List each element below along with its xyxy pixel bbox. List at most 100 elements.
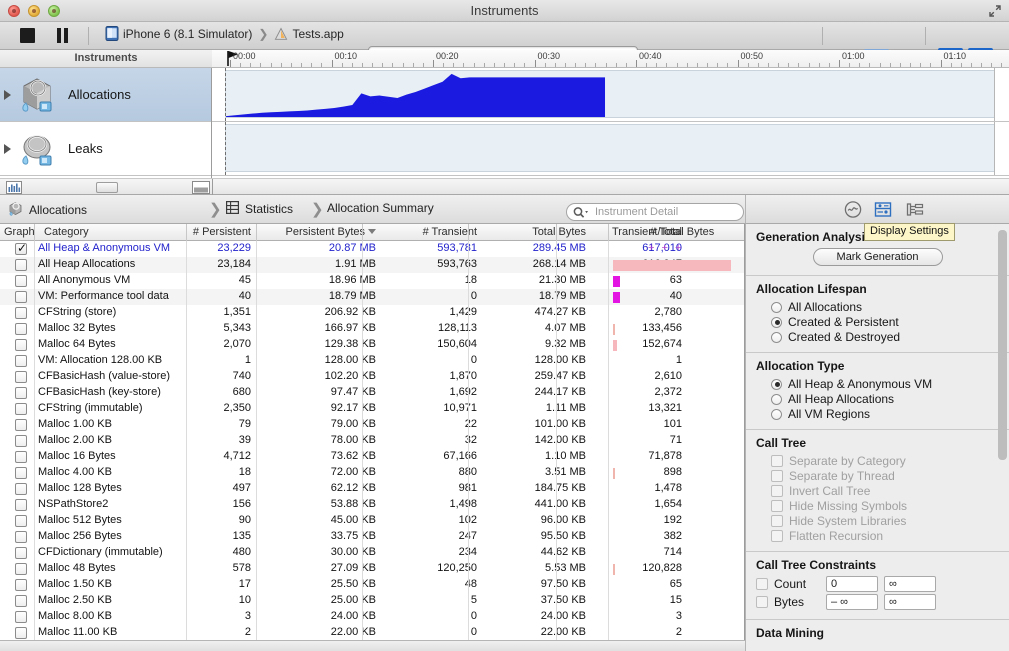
row-graph-checkbox[interactable]	[15, 419, 27, 431]
table-row[interactable]: All Heap & Anonymous VM 23,229 20.87 MB 593…	[0, 241, 744, 257]
row-graph-checkbox[interactable]	[15, 467, 27, 479]
table-row[interactable]: Malloc 48 Bytes 578 27.09 KB 120,250 5.53 MB…	[0, 561, 744, 577]
row-graph-checkbox[interactable]	[15, 403, 27, 415]
checkbox-icon[interactable]	[771, 485, 783, 497]
row-graph-checkbox[interactable]	[15, 451, 27, 463]
table-row[interactable]: Malloc 256 Bytes13533.75 KB24795.50 KB38…	[0, 529, 744, 545]
radio-icon-4[interactable]	[771, 408, 782, 420]
graph-row-allocations[interactable]	[212, 68, 1009, 122]
row-graph-checkbox[interactable]	[15, 291, 27, 303]
table-row[interactable]: VM: Allocation 128.00 KB 1 128.00 KB 0 128.0…	[0, 353, 744, 369]
radio-icon[interactable]	[771, 301, 782, 313]
column-header-graph[interactable]: Graph	[4, 226, 35, 238]
table-row[interactable]: Malloc 8.00 KB 3 24.00 KB 0 24.00 KB 3	[0, 609, 744, 625]
row-graph-checkbox[interactable]	[15, 579, 27, 591]
breadcrumb-allocation-summary[interactable]: Allocation Summary	[327, 201, 434, 215]
track-layout-icon[interactable]	[192, 181, 210, 194]
graph-row-leaks[interactable]	[212, 122, 1009, 176]
row-graph-checkbox[interactable]	[15, 611, 27, 623]
table-row[interactable]: All Heap Allocations 23,184 1.91 MB 593,763…	[0, 257, 744, 273]
column-divider[interactable]	[608, 224, 609, 241]
column-header-transient-total-bytes[interactable]: Transient/Total Bytes	[612, 226, 714, 238]
constraint-min-input[interactable]: 0	[826, 576, 878, 592]
table-row[interactable]: CFDictionary (immutable)48030.00 KB23444…	[0, 545, 744, 561]
lifespan-option-created-persistent[interactable]: Created & Persistent	[771, 315, 1009, 329]
row-graph-checkbox[interactable]	[15, 547, 27, 559]
lifespan-option-all-allocations[interactable]: All Allocations	[771, 300, 1009, 314]
disclosure-triangle-icon-2[interactable]	[4, 143, 11, 154]
mark-generation-button[interactable]: Mark Generation	[812, 248, 943, 266]
row-graph-checkbox[interactable]	[15, 339, 27, 351]
row-graph-checkbox[interactable]	[15, 307, 27, 319]
table-row[interactable]: CFBasicHash (key-store) 680 97.47 KB 1,692 2…	[0, 385, 744, 401]
row-graph-checkbox[interactable]	[15, 627, 27, 639]
expand-arrows-icon[interactable]	[988, 4, 1002, 18]
table-row[interactable]: Malloc 16 Bytes 4,712 73.62 KB 67,166 1.10 M…	[0, 449, 744, 465]
table-row[interactable]: CFString (store) 1,351 206.92 KB 1,429 474.2…	[0, 305, 744, 321]
column-divider[interactable]	[362, 224, 363, 241]
track-zoom-thumb[interactable]	[96, 182, 118, 193]
lifespan-option-created-destroyed[interactable]: Created & Destroyed	[771, 330, 1009, 344]
checkbox-icon[interactable]	[771, 470, 783, 482]
inspector-scroll-thumb[interactable]	[998, 230, 1007, 460]
histogram-icon[interactable]	[6, 181, 22, 194]
column-divider[interactable]	[186, 224, 187, 241]
row-graph-checkbox[interactable]	[15, 323, 27, 335]
column-header-total-bytes[interactable]: Total Bytes	[532, 226, 586, 238]
radio-icon-selected[interactable]	[771, 316, 782, 328]
pause-button[interactable]	[57, 28, 71, 43]
column-divider[interactable]	[256, 224, 257, 241]
table-row[interactable]: Malloc 2.50 KB 10 25.00 KB 5 37.50 KB 15	[0, 593, 744, 609]
table-row[interactable]: Malloc 1.50 KB 17 25.50 KB 48 97.50 KB 65	[0, 577, 744, 593]
row-graph-checkbox[interactable]	[15, 355, 27, 367]
call-tree-option-separate-by-category[interactable]: Separate by Category	[771, 454, 1009, 468]
inspector-scrollbar[interactable]	[998, 230, 1007, 600]
breadcrumb-statistics[interactable]: Statistics	[226, 201, 293, 217]
table-row[interactable]: Malloc 32 Bytes 5,343 166.97 KB 128,113 4.07…	[0, 321, 744, 337]
checkbox-icon[interactable]	[771, 455, 783, 467]
row-graph-checkbox[interactable]	[15, 595, 27, 607]
display-settings-icon[interactable]	[872, 200, 894, 219]
row-graph-checkbox[interactable]	[15, 371, 27, 383]
target-selector[interactable]: iPhone 6 (8.1 Simulator) ❯ Tests.app	[105, 26, 344, 41]
track-row-leaks[interactable]: Leaks	[0, 122, 211, 176]
radio-icon-3[interactable]	[771, 393, 782, 405]
radio-icon-2[interactable]	[771, 331, 782, 343]
checkbox-icon[interactable]	[771, 515, 783, 527]
alloc-type-option-heap-allocations[interactable]: All Heap Allocations	[771, 392, 1009, 406]
checkbox-icon[interactable]	[771, 530, 783, 542]
column-header-category[interactable]: Category	[44, 226, 89, 238]
table-row[interactable]: CFString (immutable) 2,350 92.17 KB 10,971 1…	[0, 401, 744, 417]
table-row[interactable]: Malloc 64 Bytes 2,070 129.38 KB 150,604 9.32…	[0, 337, 744, 353]
table-row[interactable]: Malloc 4.00 KB1872.00 KB8803.51 MB898	[0, 465, 744, 481]
call-tree-option-flatten-recursion[interactable]: Flatten Recursion	[771, 529, 1009, 543]
call-tree-icon[interactable]	[904, 200, 926, 219]
alloc-type-option-vm-regions[interactable]: All VM Regions	[771, 407, 1009, 421]
strategy-icon[interactable]	[842, 200, 864, 219]
column-divider[interactable]	[34, 224, 35, 241]
call-tree-option-hide-system-libraries[interactable]: Hide System Libraries	[771, 514, 1009, 528]
track-row-allocations[interactable]: Allocations	[0, 68, 211, 122]
row-graph-checkbox[interactable]	[15, 259, 27, 271]
breadcrumb-allocations[interactable]: Allocations	[8, 201, 87, 219]
table-row[interactable]: NSPathStore2 156 53.88 KB 1,498 441.00 KB 1,6…	[0, 497, 744, 513]
row-graph-checkbox[interactable]	[15, 515, 27, 527]
timeline-ruler[interactable]: 00:00 00:10 00:20 00:30 00:40 00:50 01:00 01:10	[212, 50, 1009, 68]
checkbox-icon[interactable]	[756, 578, 768, 590]
table-row[interactable]: Malloc 11.00 KB 2 22.00 KB 0 22.00 KB 2	[0, 625, 744, 641]
row-graph-checkbox[interactable]	[15, 483, 27, 495]
radio-icon-selected-2[interactable]	[771, 378, 782, 390]
disclosure-triangle-icon[interactable]	[4, 89, 11, 100]
table-row[interactable]: CFBasicHash (value-store) 740 102.20 KB 1,8…	[0, 369, 744, 385]
row-graph-checkbox[interactable]	[15, 241, 27, 255]
row-graph-checkbox[interactable]	[15, 499, 27, 511]
call-tree-option-invert-call-tree[interactable]: Invert Call Tree	[771, 484, 1009, 498]
table-row[interactable]: Malloc 1.00 KB 79 79.00 KB 22 101.00 KB 101	[0, 417, 744, 433]
checkbox-icon[interactable]	[771, 500, 783, 512]
row-graph-checkbox[interactable]	[15, 387, 27, 399]
checkbox-icon[interactable]	[756, 596, 768, 608]
constraint-max-input[interactable]: ∞	[884, 576, 936, 592]
column-divider[interactable]	[468, 224, 469, 241]
table-row[interactable]: Malloc 512 Bytes9045.00 KB10296.00 KB192	[0, 513, 744, 529]
row-graph-checkbox[interactable]	[15, 435, 27, 447]
